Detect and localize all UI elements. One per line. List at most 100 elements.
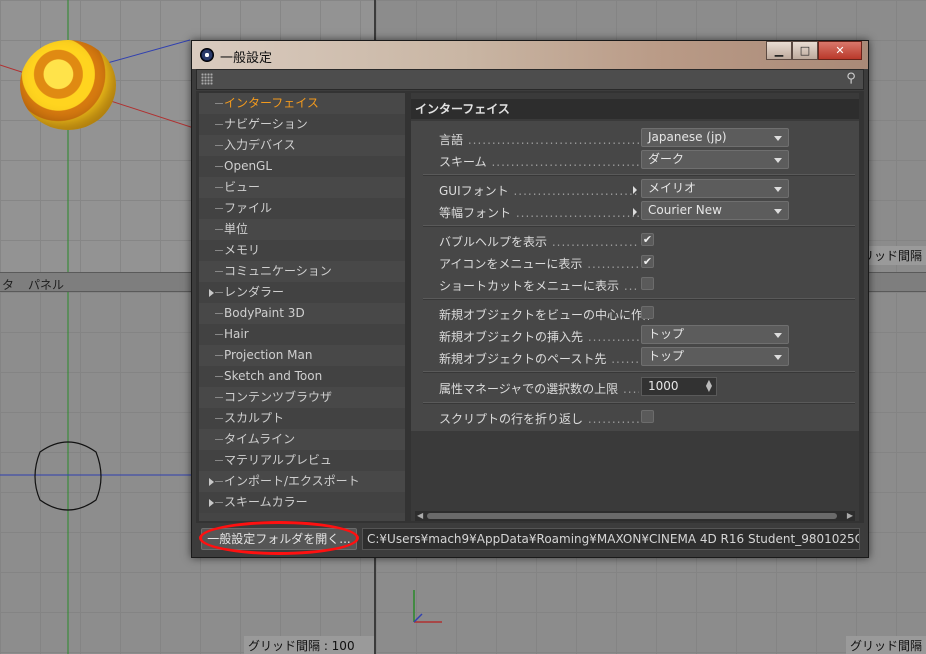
setting-label: ショートカットをメニューに表示 [439, 277, 639, 294]
setting-label: 属性マネージャでの選択数の上限 [439, 380, 639, 397]
menu-shortcuts-checkbox[interactable] [641, 277, 654, 290]
close-button[interactable]: ✕ [818, 41, 862, 60]
setting-mono-font: 等幅フォント Courier New [411, 200, 859, 222]
setting-label: バブルヘルプを表示 [439, 233, 639, 250]
sidebar-item-files[interactable]: ファイル [199, 198, 405, 219]
sidebar-item-projection-man[interactable]: Projection Man [199, 345, 405, 366]
animate-arrow-icon[interactable] [633, 186, 637, 194]
sidebar-item-scheme-colors[interactable]: スキームカラー [199, 492, 405, 513]
setting-new-object-paste: 新規オブジェクトのペースト先 トップ [411, 346, 859, 368]
search-icon[interactable]: ⚲ [843, 71, 859, 87]
divider [423, 402, 855, 404]
sidebar-item-units[interactable]: 単位 [199, 219, 405, 240]
horizontal-scrollbar[interactable]: ◀ ▶ [415, 511, 855, 521]
red-highlight-annotation [199, 521, 359, 555]
sidebar-item-navigation[interactable]: ナビゲーション [199, 114, 405, 135]
setting-menu-shortcuts: ショートカットをメニューに表示 [411, 273, 859, 295]
sidebar-item-renderer[interactable]: レンダラー [199, 282, 405, 303]
window-controls: ▁ □ ✕ [766, 41, 862, 61]
divider [423, 174, 855, 176]
sidebar-item-hair[interactable]: Hair [199, 324, 405, 345]
sidebar-item-material-preview[interactable]: マテリアルプレビュ [199, 450, 405, 471]
setting-script-wrap: スクリプトの行を折り返し [411, 406, 859, 428]
sidebar-item-sketch-and-toon[interactable]: Sketch and Toon [199, 366, 405, 387]
preferences-dialog: 一般設定 ▁ □ ✕ ⚲ インターフェイス ナビゲーション 入力デバイス Ope… [191, 40, 869, 558]
script-wrap-checkbox[interactable] [641, 410, 654, 423]
dialog-titlebar[interactable]: 一般設定 ▁ □ ✕ [192, 41, 868, 69]
menu-icons-checkbox[interactable]: ✔ [641, 255, 654, 268]
paste-at-dropdown[interactable]: トップ [641, 347, 789, 366]
sidebar-item-timeline[interactable]: タイムライン [199, 429, 405, 450]
chevron-down-icon [774, 333, 782, 338]
category-sidebar: インターフェイス ナビゲーション 入力デバイス OpenGL ビュー ファイル … [199, 93, 405, 521]
grid-spacing-label: グリッド間隔 : 100 cm [244, 636, 374, 654]
sidebar-item-input-devices[interactable]: 入力デバイス [199, 135, 405, 156]
setting-label: スキーム [439, 153, 639, 170]
setting-label: GUIフォント [439, 182, 639, 199]
chevron-down-icon [774, 136, 782, 141]
sidebar-item-view[interactable]: ビュー [199, 177, 405, 198]
sidebar-item-memory[interactable]: メモリ [199, 240, 405, 261]
cinema4d-app-icon [200, 48, 214, 62]
scroll-left-icon[interactable]: ◀ [417, 511, 423, 521]
chevron-down-icon [774, 187, 782, 192]
divider [423, 225, 855, 227]
preferences-path-field[interactable]: C:¥Users¥mach9¥AppData¥Roaming¥MAXON¥CIN… [362, 528, 860, 550]
setting-menu-icons: アイコンをメニューに表示 ✔ [411, 251, 859, 273]
dialog-title: 一般設定 [220, 51, 273, 66]
menu-item-partial[interactable]: タ [2, 276, 14, 293]
expand-arrow-icon[interactable] [209, 499, 214, 507]
chevron-down-icon [774, 209, 782, 214]
sidebar-item-bodypaint[interactable]: BodyPaint 3D [199, 303, 405, 324]
expand-arrow-icon[interactable] [209, 289, 214, 297]
scrollbar-thumb[interactable] [427, 513, 837, 519]
sidebar-item-content-browser[interactable]: コンテンツブラウザ [199, 387, 405, 408]
setting-label: 言語 [439, 131, 639, 148]
stepper-icon[interactable]: ▲ ▼ [706, 379, 712, 393]
minimize-button[interactable]: ▁ [766, 41, 792, 60]
setting-new-object-center: 新規オブジェクトをビューの中心に作成 [411, 302, 859, 324]
sidebar-item-opengl[interactable]: OpenGL [199, 156, 405, 177]
new-object-center-checkbox[interactable] [641, 306, 654, 319]
expand-arrow-icon[interactable] [209, 478, 214, 486]
divider [423, 298, 855, 300]
menu-item-panel[interactable]: パネル [28, 276, 64, 293]
sidebar-item-interface[interactable]: インターフェイス [199, 93, 405, 114]
setting-new-object-insert: 新規オブジェクトの挿入先 トップ [411, 324, 859, 346]
maximize-button[interactable]: □ [792, 41, 818, 60]
settings-panel: インターフェイス 言語 Japanese (jp) スキーム ダーク GUIフォ… [411, 93, 859, 521]
dialog-toolbar: ⚲ [196, 69, 864, 90]
panel-heading: インターフェイス [411, 99, 859, 119]
mono-font-dropdown[interactable]: Courier New [641, 201, 789, 220]
setting-label: アイコンをメニューに表示 [439, 255, 639, 272]
setting-attribute-limit: 属性マネージャでの選択数の上限 1000▲▼ [411, 376, 859, 398]
dialog-body: インターフェイス ナビゲーション 入力デバイス OpenGL ビュー ファイル … [196, 91, 864, 523]
setting-scheme: スキーム ダーク [411, 149, 859, 171]
bubble-help-checkbox[interactable]: ✔ [641, 233, 654, 246]
grip-icon[interactable] [201, 73, 213, 85]
sidebar-item-import-export[interactable]: インポート/エクスポート [199, 471, 405, 492]
setting-label: 等幅フォント [439, 204, 639, 221]
scroll-right-icon[interactable]: ▶ [847, 511, 853, 521]
sidebar-item-sculpt[interactable]: スカルプト [199, 408, 405, 429]
setting-bubble-help: バブルヘルプを表示 ✔ [411, 229, 859, 251]
setting-gui-font: GUIフォント メイリオ [411, 178, 859, 200]
grid-spacing-label: グリッド間隔 [845, 636, 926, 654]
language-dropdown[interactable]: Japanese (jp) [641, 128, 789, 147]
scheme-dropdown[interactable]: ダーク [641, 150, 789, 169]
setting-label: スクリプトの行を折り返し [439, 410, 639, 427]
setting-label: 新規オブジェクトのペースト先 [439, 350, 639, 367]
insert-at-dropdown[interactable]: トップ [641, 325, 789, 344]
settings-group: 言語 Japanese (jp) スキーム ダーク GUIフォント メイリオ 等… [411, 121, 859, 431]
sphere-object[interactable] [20, 40, 116, 130]
chevron-down-icon [774, 355, 782, 360]
chevron-down-icon [774, 158, 782, 163]
setting-label: 新規オブジェクトの挿入先 [439, 328, 639, 345]
setting-label: 新規オブジェクトをビューの中心に作成 [439, 306, 649, 323]
setting-language: 言語 Japanese (jp) [411, 127, 859, 149]
animate-arrow-icon[interactable] [633, 208, 637, 216]
sidebar-item-communication[interactable]: コミュニケーション [199, 261, 405, 282]
attribute-limit-input[interactable]: 1000 ▲ ▼ [641, 377, 717, 396]
gui-font-dropdown[interactable]: メイリオ [641, 179, 789, 198]
divider [423, 371, 855, 373]
